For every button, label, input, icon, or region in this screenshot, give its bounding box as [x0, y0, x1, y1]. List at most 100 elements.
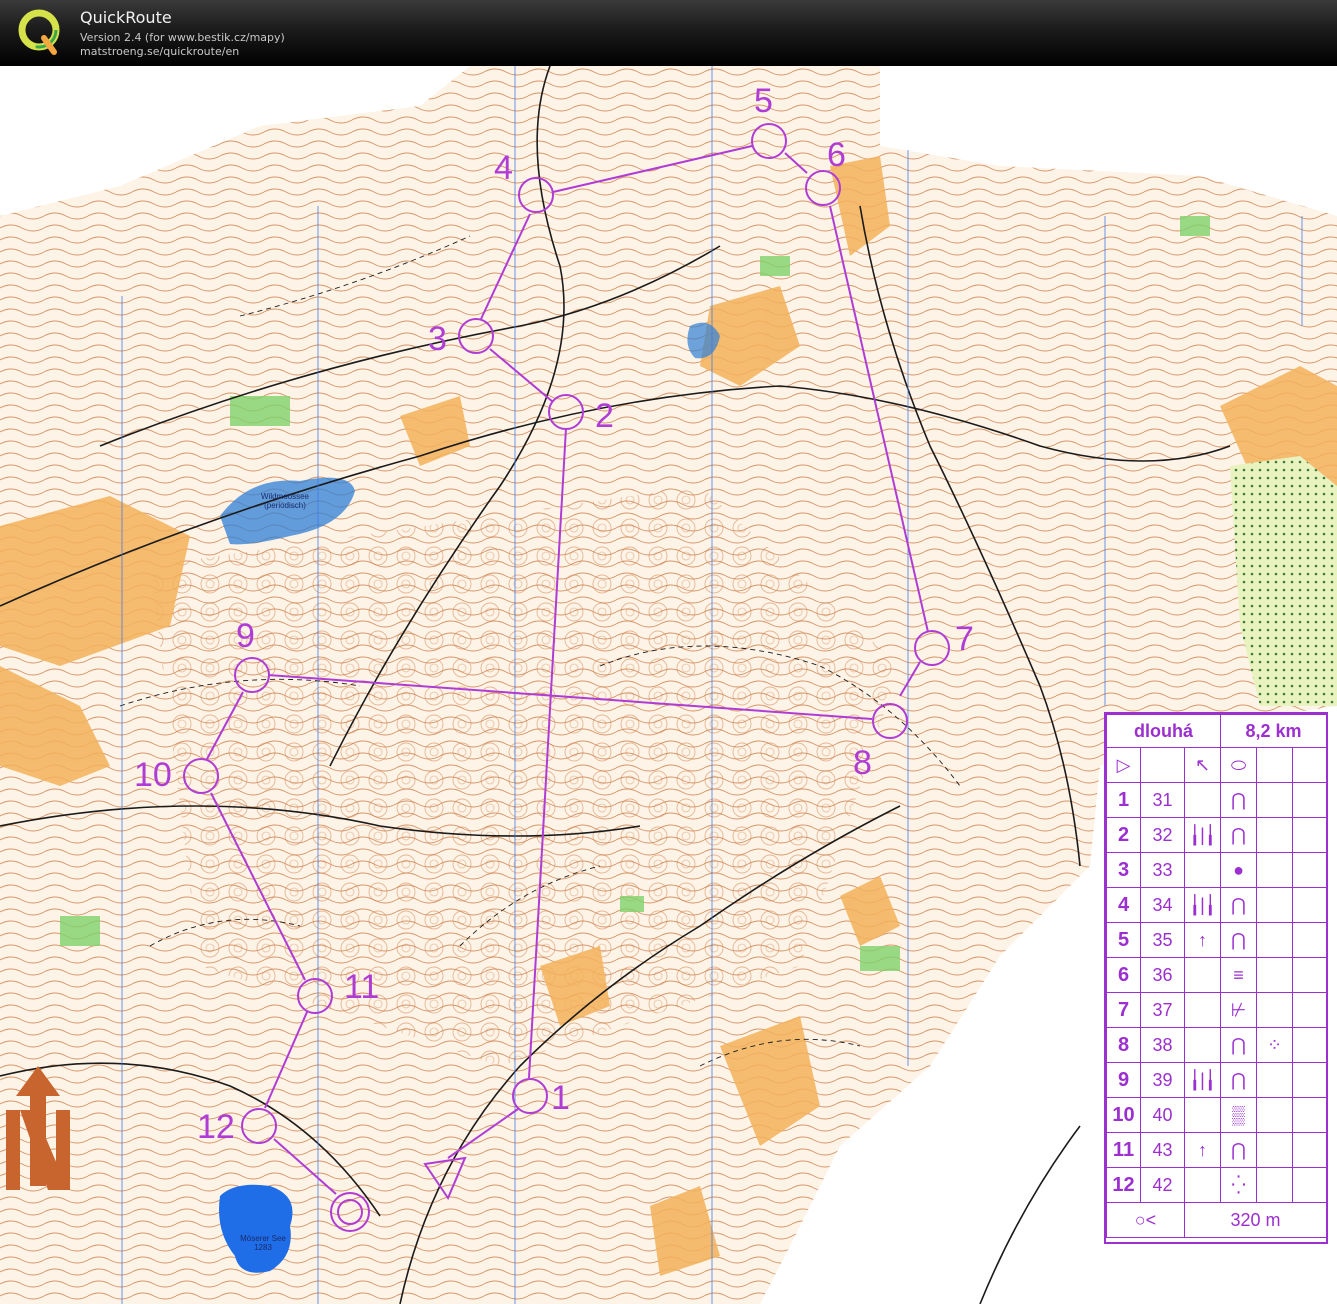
description-row: 7 37 ⊬ — [1106, 992, 1327, 1028]
description-row: 8 38 ⋂ ⁘ — [1106, 1027, 1327, 1063]
description-table: dlouhá 8,2 km ▷ ↖ ⬭ 1 31 ⋂ 2 32 ╽|╽ ⋂ 3 … — [1106, 714, 1327, 1238]
detail-icon: ↑ — [1184, 1132, 1221, 1168]
feature-icon: ⋂ — [1220, 782, 1257, 818]
empty-cell — [1292, 782, 1327, 818]
place-name-wildmoossee: Wildmoossee (periodisch) — [240, 492, 330, 510]
control-number: 6 — [1106, 957, 1141, 993]
where-icon — [1256, 992, 1293, 1028]
control-label-6: 6 — [827, 136, 846, 174]
control-code: 32 — [1140, 817, 1185, 853]
empty-cell — [1140, 747, 1185, 783]
description-row: 2 32 ╽|╽ ⋂ — [1106, 817, 1327, 853]
control-label-2: 2 — [595, 397, 614, 435]
description-row: 10 40 ▒ — [1106, 1097, 1327, 1133]
where-icon — [1256, 887, 1293, 923]
feature-icon: ● — [1220, 852, 1257, 888]
app-title: QuickRoute — [80, 8, 172, 27]
description-row: 9 39 ╽|╽ ⋂ — [1106, 1062, 1327, 1098]
control-code: 36 — [1140, 957, 1185, 993]
detail-icon — [1184, 1097, 1221, 1133]
north-arrow-icon — [6, 1066, 70, 1190]
control-label-1: 1 — [551, 1079, 570, 1117]
empty-cell — [1292, 747, 1327, 783]
feature-icon: ≡ — [1220, 957, 1257, 993]
place-name-line: (periodisch) — [264, 501, 306, 510]
where-icon — [1256, 1132, 1293, 1168]
control-number: 8 — [1106, 1027, 1141, 1063]
course-length: 8,2 km — [1220, 714, 1327, 748]
description-row: 11 43 ↑ ⋂ — [1106, 1132, 1327, 1168]
detail-icon — [1184, 782, 1221, 818]
control-number: 4 — [1106, 887, 1141, 923]
description-row: 3 33 ● — [1106, 852, 1327, 888]
feature-icon: ⋂ — [1220, 817, 1257, 853]
description-row: 4 34 ╽|╽ ⋂ — [1106, 887, 1327, 923]
finish-distance: 320 m — [1184, 1202, 1327, 1238]
feature-icon: ▒ — [1220, 1097, 1257, 1133]
control-label-4: 4 — [494, 149, 513, 187]
control-number: 3 — [1106, 852, 1141, 888]
empty-cell — [1256, 747, 1293, 783]
empty-cell — [1292, 817, 1327, 853]
description-row: 6 36 ≡ — [1106, 957, 1327, 993]
place-name-moeserer-see: Möserer See 1283 — [218, 1234, 308, 1252]
feature-icon: ⋂ — [1220, 922, 1257, 958]
where-icon — [1256, 1062, 1293, 1098]
start-triangle-icon: ▷ — [1106, 747, 1141, 783]
description-row: 12 42 ⁛ — [1106, 1167, 1327, 1203]
detail-icon — [1184, 992, 1221, 1028]
app-url[interactable]: matstroeng.se/quickroute/en — [80, 45, 239, 58]
empty-cell — [1292, 1132, 1327, 1168]
control-code: 33 — [1140, 852, 1185, 888]
empty-cell — [1292, 957, 1327, 993]
control-label-9: 9 — [236, 617, 255, 655]
control-code: 35 — [1140, 922, 1185, 958]
detail-icon: ↑ — [1184, 922, 1221, 958]
feature-icon: ⁛ — [1220, 1167, 1257, 1203]
control-code: 42 — [1140, 1167, 1185, 1203]
course-name: dlouhá — [1106, 714, 1221, 748]
control-number: 2 — [1106, 817, 1141, 853]
control-number: 1 — [1106, 782, 1141, 818]
control-code: 39 — [1140, 1062, 1185, 1098]
detail-icon: ╽|╽ — [1184, 817, 1221, 853]
detail-icon — [1184, 1167, 1221, 1203]
where-icon — [1256, 1167, 1293, 1203]
detail-icon: ╽|╽ — [1184, 1062, 1221, 1098]
direction-arrow-icon: ↖ — [1184, 747, 1221, 783]
empty-cell — [1292, 852, 1327, 888]
where-icon — [1256, 922, 1293, 958]
finish-funnel-icon: ○< — [1106, 1202, 1185, 1238]
control-description-sheet: dlouhá 8,2 km ▷ ↖ ⬭ 1 31 ⋂ 2 32 ╽|╽ ⋂ 3 … — [1104, 712, 1328, 1244]
empty-cell — [1292, 1062, 1327, 1098]
where-icon — [1256, 852, 1293, 888]
control-code: 37 — [1140, 992, 1185, 1028]
place-name-line: Möserer See — [240, 1234, 286, 1243]
app-version: Version 2.4 (for www.bestik.cz/mapy) — [80, 31, 285, 44]
control-label-7: 7 — [955, 620, 974, 658]
title-bar: QuickRoute Version 2.4 (for www.bestik.c… — [0, 0, 1337, 66]
description-header-row: dlouhá 8,2 km — [1106, 714, 1327, 748]
control-label-12: 12 — [197, 1108, 235, 1146]
quickroute-logo-icon — [18, 9, 60, 55]
control-code: 43 — [1140, 1132, 1185, 1168]
control-number: 5 — [1106, 922, 1141, 958]
control-label-3: 3 — [428, 320, 447, 358]
control-number: 11 — [1106, 1132, 1141, 1168]
start-row: ▷ ↖ ⬭ — [1106, 747, 1327, 783]
description-row: 1 31 ⋂ — [1106, 782, 1327, 818]
detail-icon — [1184, 1027, 1221, 1063]
finish-row: ○< 320 m — [1106, 1202, 1327, 1238]
control-label-11: 11 — [344, 968, 380, 1006]
feature-icon: ⋂ — [1220, 887, 1257, 923]
start-feature-icon: ⬭ — [1220, 747, 1257, 783]
where-icon — [1256, 817, 1293, 853]
empty-cell — [1292, 992, 1327, 1028]
where-icon — [1256, 957, 1293, 993]
empty-cell — [1292, 922, 1327, 958]
place-name-line: 1283 — [254, 1243, 272, 1252]
detail-icon — [1184, 957, 1221, 993]
control-number: 10 — [1106, 1097, 1141, 1133]
feature-icon: ⊬ — [1220, 992, 1257, 1028]
control-code: 40 — [1140, 1097, 1185, 1133]
